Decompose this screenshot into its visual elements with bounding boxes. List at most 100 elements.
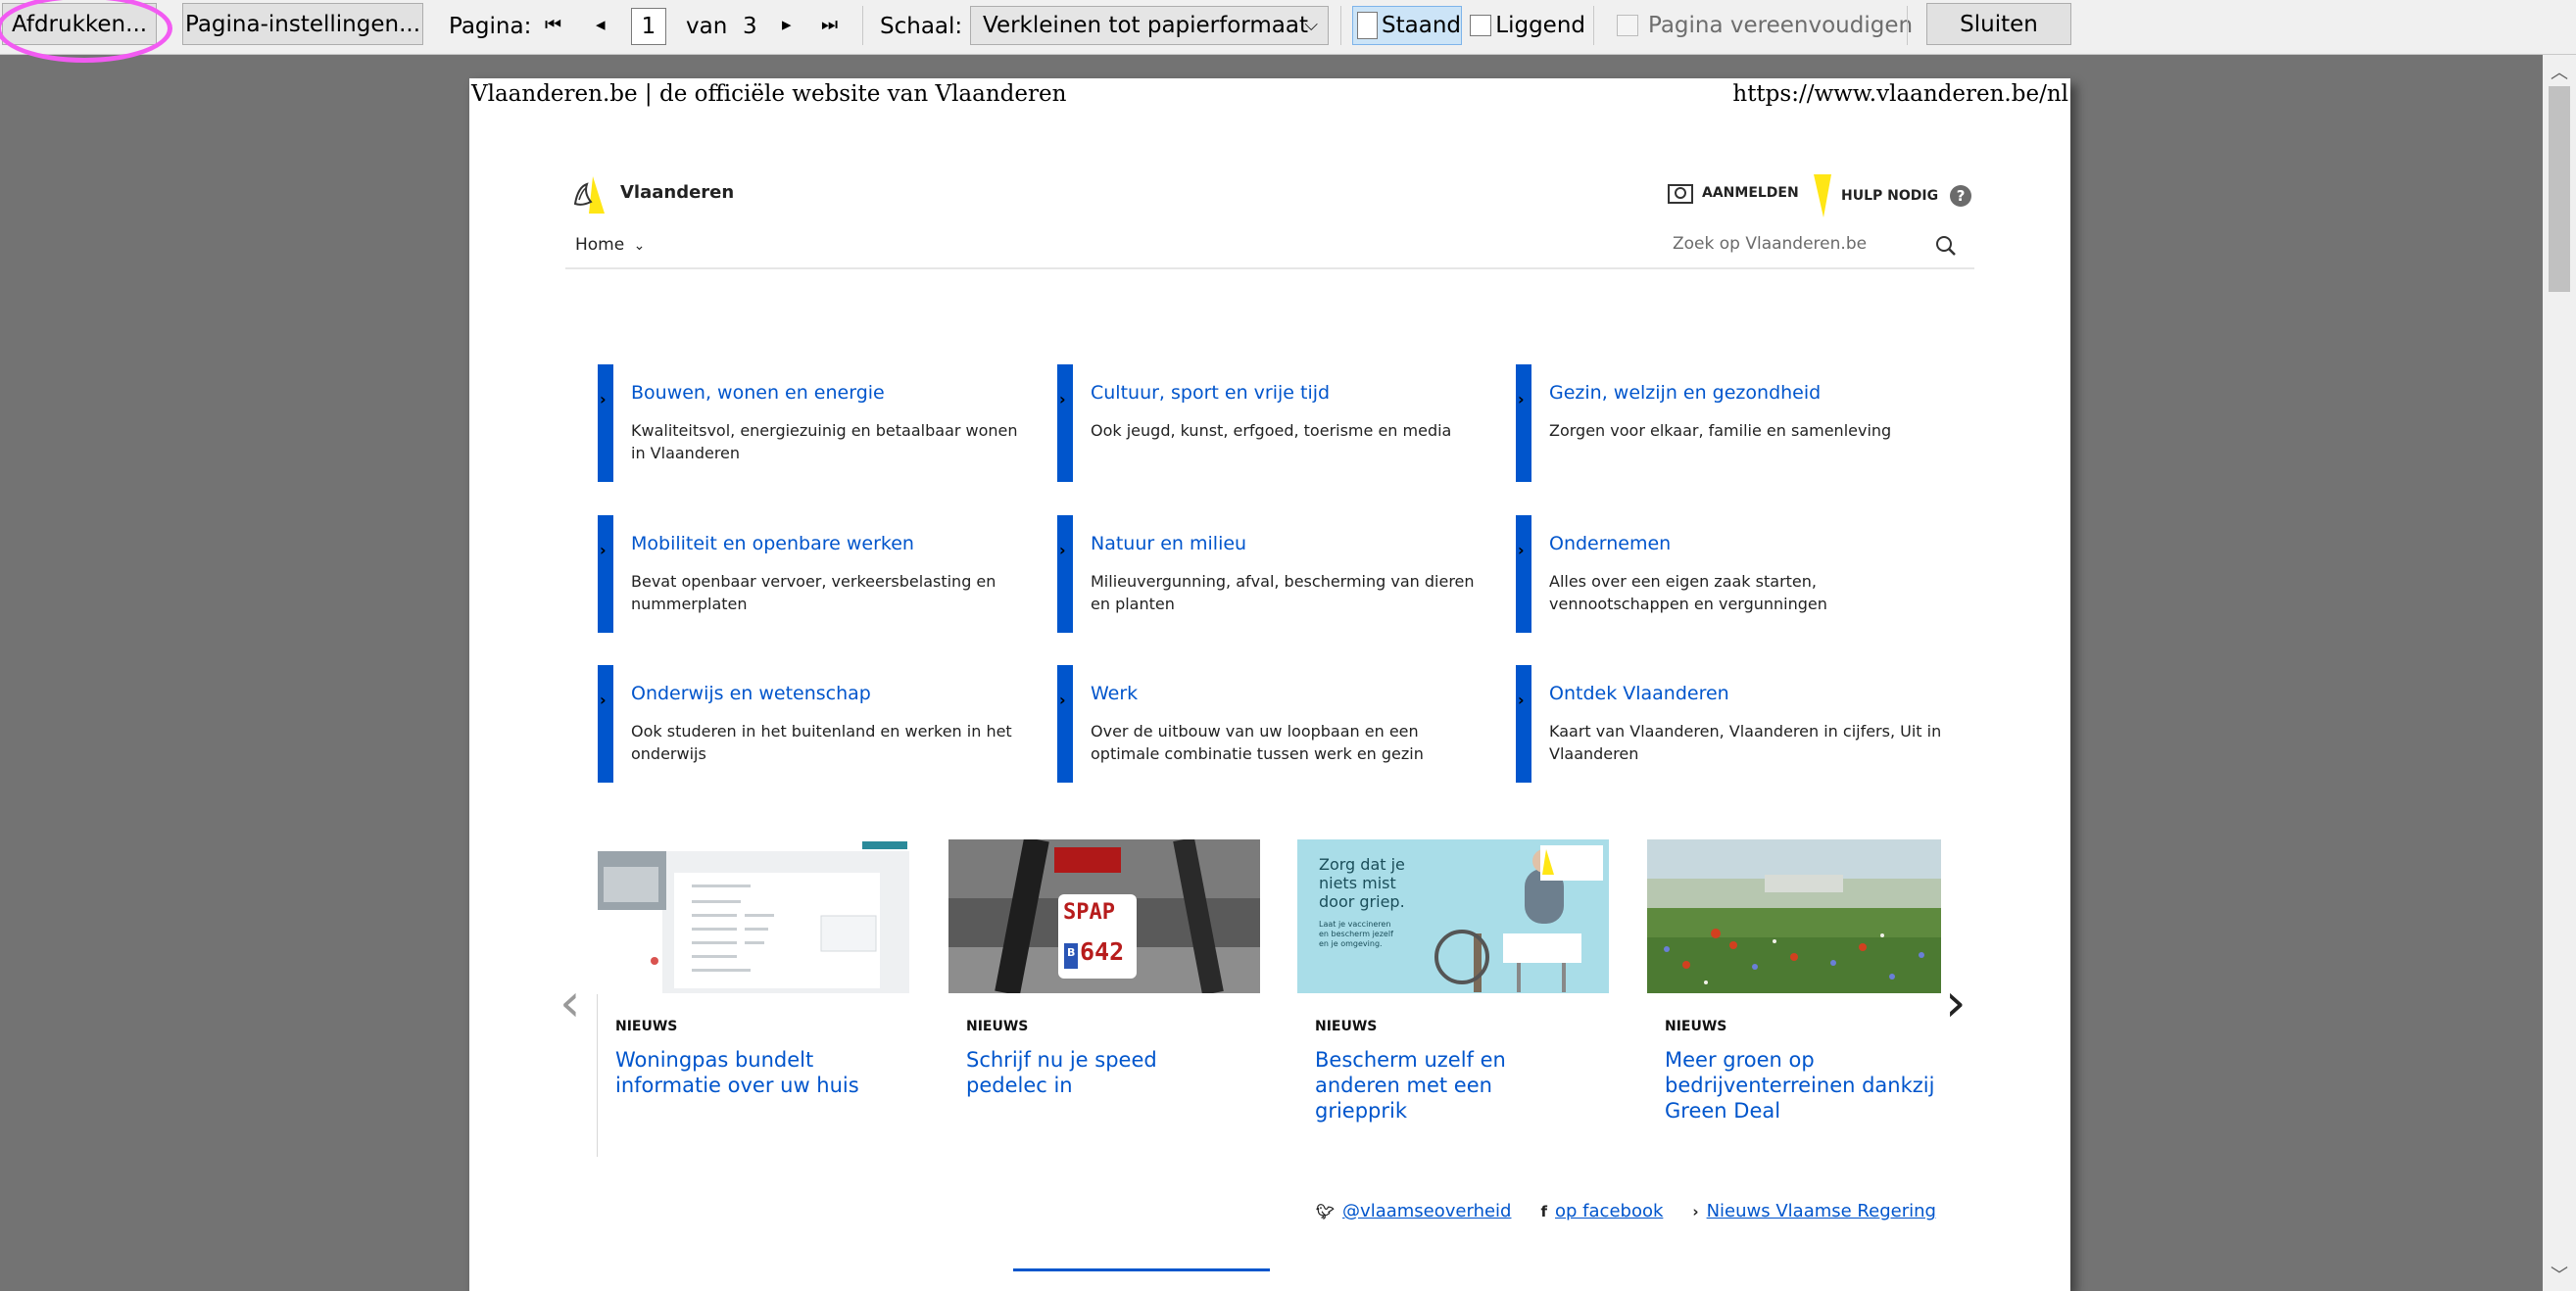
news-kicker: NIEUWS <box>1315 1019 1378 1034</box>
tile-ondernemen[interactable]: › Ondernemen Alles over een eigen zaak s… <box>1516 515 1937 633</box>
scroll-up-icon[interactable]: ︿ <box>2543 59 2576 84</box>
tile-werk[interactable]: › Werk Over de uitbouw van uw loopbaan e… <box>1057 665 1479 783</box>
facebook-icon: f <box>1540 1202 1548 1220</box>
tile-gezin[interactable]: › Gezin, welzijn en gezondheid Zorgen vo… <box>1516 364 1937 482</box>
news-card-griepprik[interactable]: Zorg dat je niets mist door griep. Laat … <box>1297 839 1609 1172</box>
news-card-woningpas[interactable]: NIEUWS Woningpas bundelt informatie over… <box>598 839 909 1172</box>
question-mark-icon: ? <box>1950 185 1972 207</box>
checkbox-box <box>1617 15 1638 36</box>
chevron-right-icon: › <box>1518 541 1525 559</box>
tile-title[interactable]: Ondernemen <box>1549 533 1671 554</box>
help-link[interactable]: HULP NODIG ? <box>1812 174 1972 217</box>
carousel-indicator <box>1013 1268 1270 1271</box>
tile-cultuur[interactable]: › Cultuur, sport en vrije tijd Ook jeugd… <box>1057 364 1479 482</box>
scroll-down-icon[interactable]: ﹀ <box>2543 1262 2576 1287</box>
tile-bar <box>598 515 613 633</box>
login-link[interactable]: AANMELDEN <box>1667 181 1799 205</box>
plate-country: B <box>1067 946 1076 959</box>
scrollbar-thumb[interactable] <box>2549 86 2570 292</box>
scale-select[interactable]: Verkleinen tot papierformaat ⌵ <box>970 6 1329 45</box>
portrait-button[interactable]: Staand <box>1352 6 1462 45</box>
last-page-icon[interactable]: ⏭ <box>821 14 838 35</box>
tile-title[interactable]: Bouwen, wonen en energie <box>631 382 885 404</box>
news-image-woningpas <box>598 839 909 993</box>
first-page-icon[interactable]: ⏮ <box>545 14 561 35</box>
toolbar-separator <box>1593 6 1594 45</box>
tile-description: Over de uitbouw van uw loopbaan en een o… <box>1091 722 1424 763</box>
chevron-right-icon: › <box>1518 691 1525 709</box>
news-image-griep: Zorg dat je niets mist door griep. Laat … <box>1297 839 1609 993</box>
landscape-button[interactable]: Liggend <box>1468 6 1585 45</box>
total-pages: 3 <box>743 14 757 39</box>
news-kicker: NIEUWS <box>1665 1019 1727 1034</box>
news-card-green-deal[interactable]: NIEUWS Meer groen op bedrijventerreinen … <box>1647 839 1959 1172</box>
page-number-input[interactable]: 1 <box>631 8 666 45</box>
page-header-url: https://www.vlaanderen.be/nl <box>1732 81 2068 107</box>
news-title[interactable]: Schrijf nu je speed pedelec in <box>966 1047 1240 1098</box>
tile-title[interactable]: Cultuur, sport en vrije tijd <box>1091 382 1330 404</box>
tile-title[interactable]: Onderwijs en wetenschap <box>631 683 871 704</box>
scale-value: Verkleinen tot papierformaat <box>983 13 1308 38</box>
tile-bar <box>1057 665 1073 783</box>
news-title[interactable]: Woningpas bundelt informatie over uw hui… <box>615 1047 890 1098</box>
vertical-scrollbar[interactable]: ︿ ﹀ <box>2543 55 2576 1291</box>
news-title[interactable]: Meer groen op bedrijventerreinen dankzij… <box>1665 1047 1939 1124</box>
of-label: van <box>686 14 728 39</box>
news-title[interactable]: Bescherm uzelf en anderen met een griepp… <box>1315 1047 1589 1124</box>
next-page-icon[interactable]: ▸ <box>782 14 792 35</box>
news-card-speed-pedelec[interactable]: SPAP B 642 NIEUWS Schrijf nu je speed pe… <box>948 839 1260 1172</box>
tile-description: Milieuvergunning, afval, bescherming van… <box>1091 572 1475 613</box>
tile-description: Kaart van Vlaanderen, Vlaanderen in cijf… <box>1549 722 1942 763</box>
simplify-page-checkbox[interactable]: Pagina vereenvoudigen <box>1617 13 1913 38</box>
tile-bar <box>1057 515 1073 633</box>
landscape-label: Liggend <box>1495 13 1585 38</box>
print-button[interactable]: Afdrukken... <box>2 3 157 45</box>
chevron-down-icon: ⌄ <box>633 238 646 254</box>
chevron-right-icon: › <box>1692 1202 1699 1220</box>
tile-ontdek[interactable]: › Ontdek Vlaanderen Kaart van Vlaanderen… <box>1516 665 1941 783</box>
tile-title[interactable]: Werk <box>1091 683 1138 704</box>
tile-bar <box>1057 364 1073 482</box>
scale-label: Schaal: <box>880 14 963 39</box>
chevron-right-icon: › <box>1059 390 1066 408</box>
login-label: AANMELDEN <box>1702 185 1799 201</box>
news-government-link[interactable]: Nieuws Vlaamse Regering <box>1707 1201 1936 1221</box>
news-kicker: NIEUWS <box>615 1019 678 1034</box>
search-icon[interactable] <box>1935 235 1957 257</box>
tile-title[interactable]: Ontdek Vlaanderen <box>1549 683 1729 704</box>
header-divider <box>565 267 1974 269</box>
chevron-right-icon: › <box>1059 541 1066 559</box>
social-links: 🐦︎ @vlaamseoverheid f op facebook › Nieu… <box>1316 1201 1936 1221</box>
toolbar-separator <box>862 6 863 45</box>
help-label: HULP NODIG <box>1841 188 1939 204</box>
prev-page-icon[interactable]: ◂ <box>596 14 606 35</box>
site-brand[interactable]: Vlaanderen <box>620 182 734 203</box>
news-image-license-plate: SPAP B 642 <box>948 839 1260 993</box>
chevron-right-icon: › <box>600 541 607 559</box>
tile-title[interactable]: Natuur en milieu <box>1091 533 1246 554</box>
search-input[interactable]: Zoek op Vlaanderen.be <box>1673 234 1867 254</box>
plate-text-bottom: 642 <box>1080 937 1125 966</box>
facebook-link[interactable]: op facebook <box>1555 1201 1663 1221</box>
tile-title[interactable]: Gezin, welzijn en gezondheid <box>1549 382 1821 404</box>
close-button[interactable]: Sluiten <box>1926 3 2071 45</box>
tile-bar <box>598 364 613 482</box>
news-kicker: NIEUWS <box>966 1019 1029 1034</box>
twitter-link[interactable]: @vlaamseoverheid <box>1342 1201 1511 1221</box>
tile-description: Kwaliteitsvol, energiezuinig en betaalba… <box>631 421 1018 462</box>
tile-description: Ook studeren in het buitenland en werken… <box>631 722 1012 763</box>
news-image-text: Zorg dat je niets mist door griep. <box>1319 855 1405 911</box>
carousel-prev-icon[interactable]: ‹ <box>559 972 581 1033</box>
chevron-down-icon: ⌵ <box>1304 15 1318 35</box>
camera-login-icon <box>1668 184 1693 204</box>
tile-natuur[interactable]: › Natuur en milieu Milieuvergunning, afv… <box>1057 515 1479 633</box>
home-menu[interactable]: Home ⌄ <box>575 235 645 255</box>
home-label: Home <box>575 235 625 255</box>
tile-mobiliteit[interactable]: › Mobiliteit en openbare werken Bevat op… <box>598 515 1019 633</box>
tile-title[interactable]: Mobiliteit en openbare werken <box>631 533 914 554</box>
tile-bouwen[interactable]: › Bouwen, wonen en energie Kwaliteitsvol… <box>598 364 1019 482</box>
tile-onderwijs[interactable]: › Onderwijs en wetenschap Ook studeren i… <box>598 665 1019 783</box>
chevron-right-icon: › <box>1518 390 1525 408</box>
news-image-flowers <box>1647 839 1959 993</box>
page-setup-button[interactable]: Pagina-instellingen... <box>182 3 423 45</box>
